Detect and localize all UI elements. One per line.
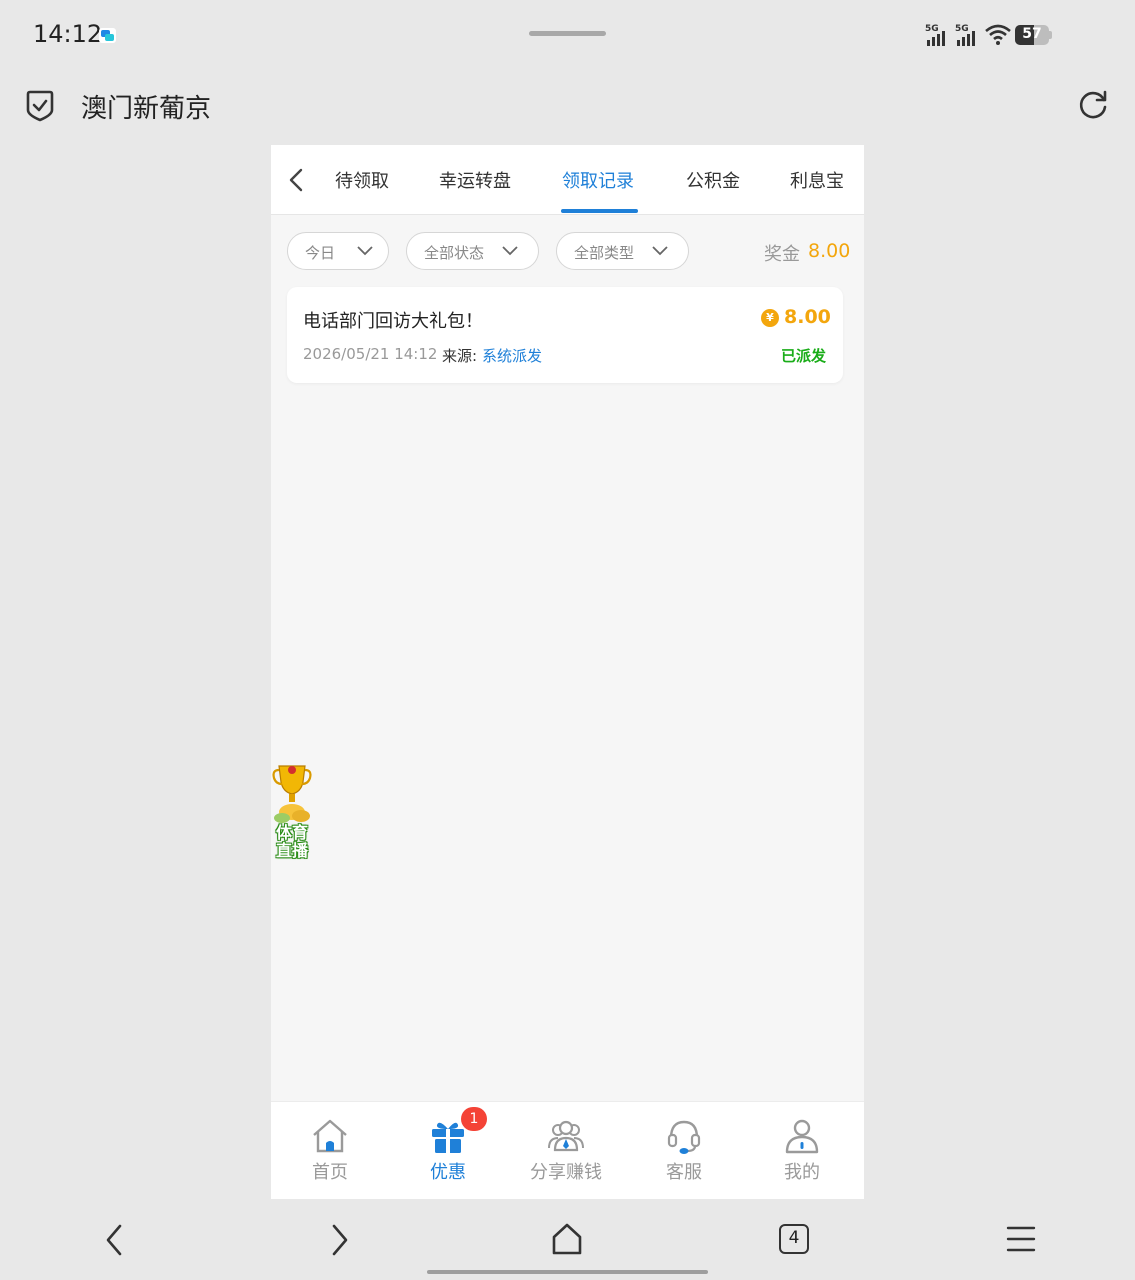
- chevron-down-icon: [502, 246, 518, 256]
- bottom-navigation: 首页 优惠 分享赚钱 客服 我的 1: [271, 1101, 864, 1199]
- browser-back-icon[interactable]: [100, 1221, 128, 1259]
- nav-profile-label: 我的: [784, 1162, 820, 1183]
- cellular-signal-icon-2: 5G: [955, 24, 979, 46]
- tab-claim-records[interactable]: 领取记录: [562, 167, 634, 193]
- nav-customer-service-label: 客服: [666, 1162, 702, 1183]
- tab-lucky-wheel[interactable]: 幸运转盘: [439, 167, 511, 193]
- bonus-total-value: 8.00: [808, 240, 851, 262]
- record-source-value: 系统派发: [482, 347, 543, 365]
- tabs-count-button[interactable]: 4: [779, 1224, 809, 1254]
- chevron-down-icon: [652, 246, 668, 256]
- nav-customer-service[interactable]: 客服: [625, 1102, 743, 1199]
- record-source-label: 来源:: [442, 347, 478, 365]
- tab-bar: 待领取 幸运转盘 领取记录 公积金 利息宝: [271, 145, 864, 215]
- messages-notification-icon: [99, 28, 116, 43]
- browser-forward-icon[interactable]: [326, 1221, 354, 1259]
- tab-interest-treasure[interactable]: 利息宝: [790, 167, 844, 193]
- nav-share-earn-label: 分享赚钱: [530, 1162, 602, 1183]
- menu-icon[interactable]: [1005, 1221, 1037, 1257]
- bonus-total-label: 奖金: [764, 244, 800, 265]
- promotions-count-badge: 1: [461, 1107, 487, 1131]
- type-filter-label: 全部类型: [574, 244, 635, 262]
- type-filter-dropdown[interactable]: 全部类型: [556, 232, 689, 270]
- wifi-icon: [985, 24, 1011, 45]
- nav-home-label: 首页: [312, 1162, 348, 1183]
- record-title: 电话部门回访大礼包！: [303, 311, 483, 332]
- sports-live-floating-button[interactable]: 体育直播: [271, 762, 313, 864]
- cellular-signal-icon: 5G: [925, 24, 949, 46]
- battery-icon: 57: [1015, 25, 1049, 45]
- share-people-icon: [548, 1120, 584, 1152]
- chevron-down-icon: [357, 246, 373, 256]
- sports-live-label: 体育直播: [275, 823, 308, 860]
- trophy-icon: [272, 765, 312, 823]
- record-date: 2026/05/21 14:12: [303, 345, 438, 363]
- headset-icon: [667, 1120, 701, 1154]
- app-viewport: 待领取 幸运转盘 领取记录 公积金 利息宝 今日 全部状态 全部类型 奖金 8.…: [271, 145, 864, 1199]
- date-filter-label: 今日: [305, 244, 336, 262]
- gesture-home-bar[interactable]: [427, 1270, 708, 1274]
- browser-home-icon[interactable]: [550, 1221, 584, 1257]
- browser-toolbar: 澳门新葡京: [0, 70, 1135, 144]
- window-handle[interactable]: [529, 31, 606, 36]
- nav-promotions-label: 优惠: [430, 1162, 466, 1183]
- system-navigation-bar: 4: [0, 1199, 1135, 1280]
- site-title: 澳门新葡京: [81, 94, 212, 124]
- battery-cap: [1049, 31, 1052, 39]
- record-status-badge: 已派发: [781, 347, 827, 365]
- nav-share-earn[interactable]: 分享赚钱: [507, 1102, 625, 1199]
- back-arrow-icon[interactable]: [285, 167, 309, 193]
- status-filter-dropdown[interactable]: 全部状态: [406, 232, 539, 270]
- filter-bar: 今日 全部状态 全部类型 奖金 8.00: [271, 215, 864, 287]
- reload-icon[interactable]: [1075, 87, 1111, 123]
- nav-home[interactable]: 首页: [271, 1102, 389, 1199]
- record-card[interactable]: 电话部门回访大礼包！ ¥ 8.00 2026/05/21 14:12 来源: 系…: [287, 287, 843, 383]
- user-icon: [785, 1119, 819, 1154]
- status-bar: 14:12 5G 5G 57: [0, 0, 1135, 70]
- home-icon: [313, 1119, 347, 1153]
- tab-pending[interactable]: 待领取: [335, 167, 389, 193]
- status-time: 14:12: [33, 20, 103, 48]
- active-tab-indicator: [561, 209, 638, 213]
- tab-provident-fund[interactable]: 公积金: [686, 167, 740, 193]
- coin-icon: ¥: [761, 309, 779, 327]
- nav-promotions[interactable]: 优惠: [389, 1102, 507, 1199]
- shield-check-icon[interactable]: [24, 88, 56, 124]
- status-filter-label: 全部状态: [424, 244, 485, 262]
- record-amount: 8.00: [784, 306, 831, 328]
- nav-profile[interactable]: 我的: [743, 1102, 861, 1199]
- date-filter-dropdown[interactable]: 今日: [287, 232, 389, 270]
